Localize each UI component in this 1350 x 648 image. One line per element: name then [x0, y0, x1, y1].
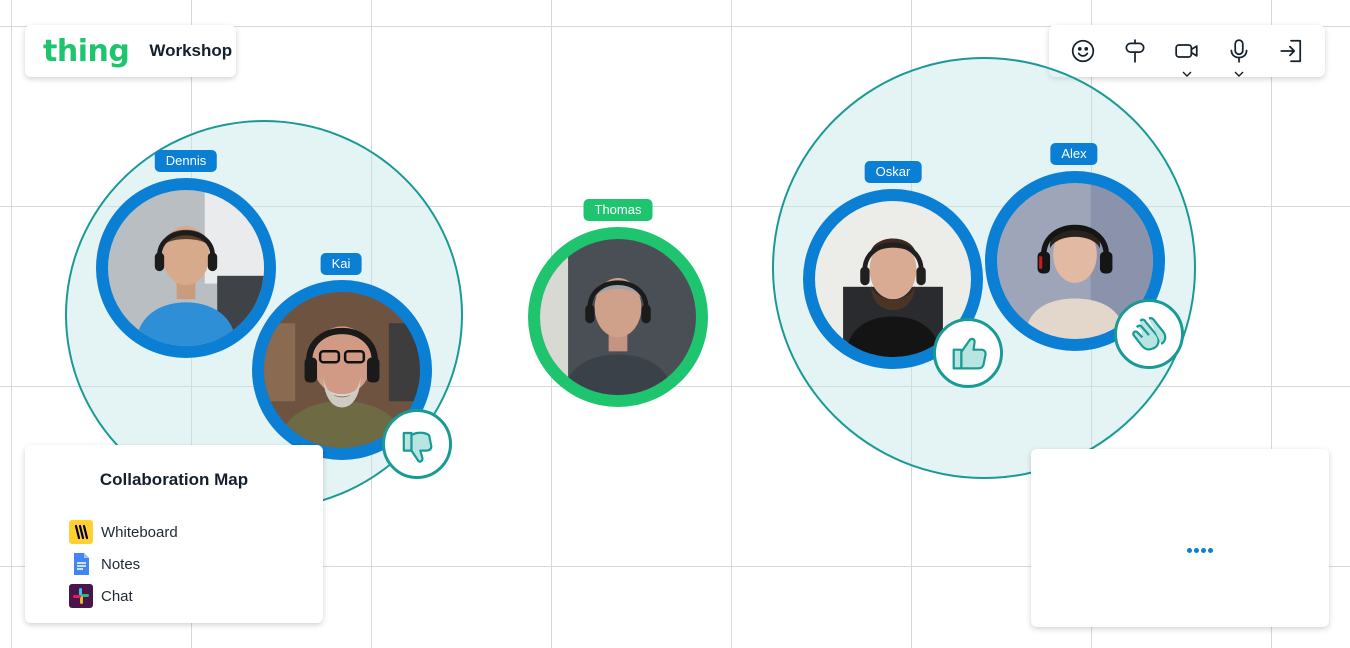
camera-button[interactable] — [1170, 34, 1204, 77]
thing-logo: thing — [43, 33, 130, 69]
participant-video — [540, 239, 696, 395]
slack-icon — [69, 584, 93, 608]
collab-item-label: Notes — [101, 555, 141, 573]
collab-item-notes[interactable]: Notes — [69, 548, 178, 580]
workspace-header: thing Workshop — [25, 25, 236, 77]
participant-name-alex: Alex — [1050, 143, 1098, 165]
smiley-icon — [1071, 39, 1095, 63]
collaboration-map-list: Whiteboard Notes Chat — [69, 516, 178, 612]
participant-reaction-oskar — [933, 318, 1003, 388]
participant-name-kai: Kai — [320, 253, 362, 275]
google-docs-icon — [69, 552, 93, 576]
participant-reaction-kai — [382, 409, 452, 479]
exit-icon — [1280, 39, 1302, 63]
collab-item-chat[interactable]: Chat — [69, 580, 178, 612]
loading-spinner — [1187, 548, 1213, 553]
thumbs-up-icon — [952, 337, 987, 370]
participant-reaction-alex — [1114, 299, 1184, 369]
chevron-down-icon[interactable] — [1234, 71, 1244, 77]
participant-name-oskar: Oskar — [864, 161, 922, 183]
collab-item-whiteboard[interactable]: Whiteboard — [69, 516, 178, 548]
video-camera-icon — [1175, 44, 1198, 58]
leave-button[interactable] — [1274, 34, 1308, 68]
sign-button[interactable] — [1118, 34, 1152, 68]
signpost-icon — [1125, 39, 1145, 63]
reaction-button[interactable] — [1066, 34, 1100, 68]
participant-avatar-thomas[interactable] — [528, 227, 708, 407]
miro-icon — [69, 520, 93, 544]
thumbs-down-icon — [402, 431, 433, 463]
chevron-down-icon[interactable] — [1182, 71, 1192, 77]
top-toolbar — [1049, 25, 1325, 77]
self-view-panel — [1031, 449, 1329, 627]
collaboration-map-title: Collaboration Map — [99, 470, 249, 489]
clapping-hands-icon — [1132, 317, 1167, 351]
workspace-name: Workshop — [149, 41, 233, 60]
participant-video — [108, 190, 264, 346]
participant-name-thomas: Thomas — [583, 199, 653, 221]
participant-name-dennis: Dennis — [154, 150, 218, 172]
collaboration-map: Collaboration Map Whiteboard Notes Chat — [25, 445, 323, 623]
microphone-button[interactable] — [1222, 34, 1256, 77]
participant-avatar-dennis[interactable] — [96, 178, 276, 358]
collab-item-label: Whiteboard — [101, 523, 178, 541]
microphone-icon — [1230, 39, 1248, 63]
collab-item-label: Chat — [101, 587, 133, 605]
